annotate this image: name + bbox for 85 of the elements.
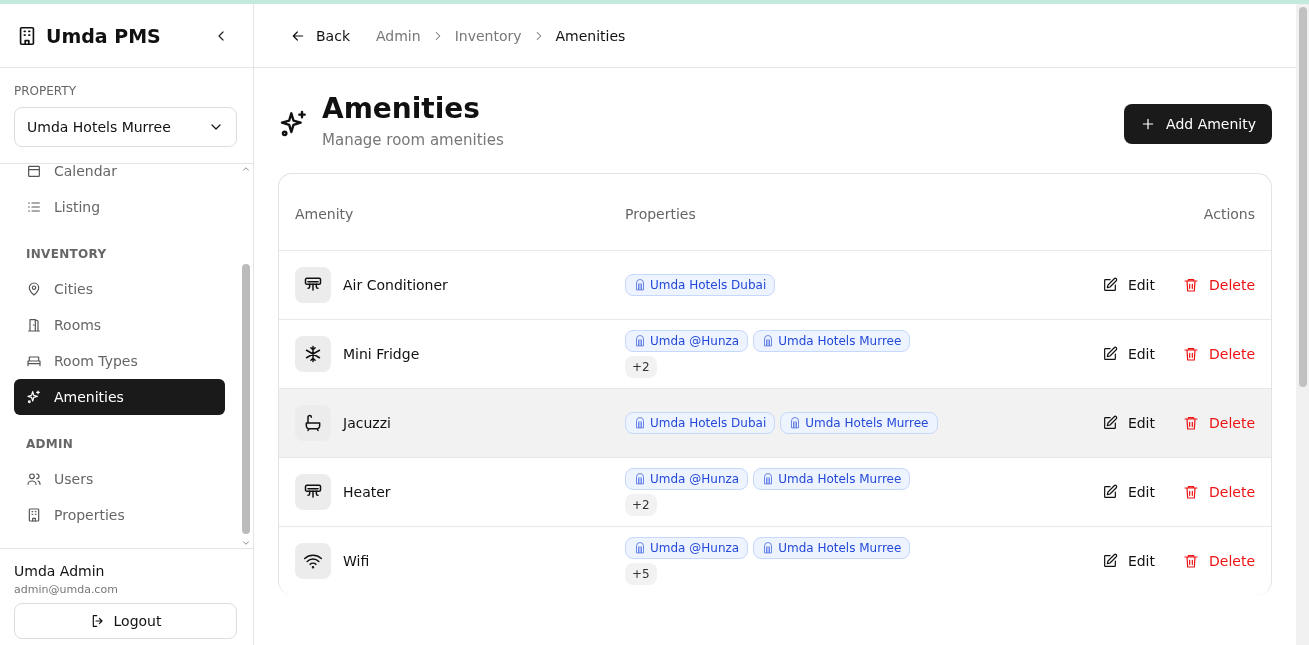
hotel-icon <box>789 417 802 429</box>
edit-button[interactable]: Edit <box>1101 277 1155 293</box>
amenity-name: Air Conditioner <box>343 277 448 293</box>
delete-button[interactable]: Delete <box>1183 484 1255 500</box>
property-tag: Umda @Hunza <box>625 330 749 352</box>
hotel-icon <box>634 417 646 429</box>
edit-button[interactable]: Edit <box>1101 415 1155 431</box>
hotel-icon <box>762 473 775 485</box>
edit-icon <box>1101 553 1118 569</box>
field-label: PROPERTY <box>14 84 77 98</box>
more-count-badge: +2 <box>625 356 657 378</box>
page-title: Amenities <box>322 92 481 125</box>
property-tag: Umda Hotels Dubai <box>625 274 776 296</box>
column-header: Properties <box>624 205 697 224</box>
user-email: admin@umda.com <box>14 583 119 596</box>
sparkles-icon <box>26 389 42 405</box>
hotel-icon <box>634 542 646 554</box>
edit-icon <box>1101 277 1118 293</box>
snowflake-icon <box>303 344 323 364</box>
more-count-badge: +2 <box>625 494 657 516</box>
column-header: Actions <box>1202 206 1256 222</box>
more-count-badge: +5 <box>625 563 657 585</box>
trash-icon <box>1183 277 1199 293</box>
amenity-name: Heater <box>343 484 391 500</box>
add-amenity-button[interactable]: Add Amenity <box>1124 104 1272 144</box>
map-pin-icon <box>26 281 42 297</box>
page-subtitle: Manage room amenities <box>322 131 505 149</box>
app-title: Umda PMS <box>46 24 162 47</box>
nav-item[interactable]: Cities <box>14 271 225 307</box>
delete-button[interactable]: Delete <box>1183 553 1255 569</box>
building-icon <box>26 507 42 523</box>
hotel-icon <box>634 473 646 485</box>
nav-item[interactable]: Rooms <box>14 307 225 343</box>
hotel-icon <box>634 279 646 291</box>
scrollbar-thumb[interactable] <box>242 264 250 534</box>
edit-button[interactable]: Edit <box>1101 484 1155 500</box>
delete-button[interactable]: Delete <box>1183 277 1255 293</box>
property-tag: Umda Hotels Murree <box>753 468 911 490</box>
amenity-name: Jacuzzi <box>343 415 391 431</box>
logout-button[interactable]: Logout <box>14 603 237 639</box>
amenity-name: Mini Fridge <box>343 346 420 362</box>
user-name: Umda Admin <box>14 563 106 579</box>
nav-item[interactable]: Amenities <box>14 379 225 415</box>
users-icon <box>26 471 42 487</box>
door-icon <box>26 317 42 333</box>
scrollbar-thumb[interactable] <box>1298 7 1307 387</box>
hotel-icon <box>762 335 775 347</box>
trash-icon <box>1183 553 1199 569</box>
trash-icon <box>1183 484 1199 500</box>
edit-icon <box>1101 346 1118 362</box>
nav-item[interactable]: Users <box>14 461 225 497</box>
property-tag: Umda Hotels Murree <box>780 412 938 434</box>
column-header: Amenity <box>294 206 355 222</box>
nav-item[interactable]: Room Types <box>14 343 225 379</box>
delete-button[interactable]: Delete <box>1183 346 1255 362</box>
edit-button[interactable]: Edit <box>1101 553 1155 569</box>
amenity-name: Wifi <box>343 553 370 569</box>
nav-item[interactable]: Listing <box>14 189 225 225</box>
breadcrumb-link[interactable]: Admin <box>376 27 421 44</box>
edit-icon <box>1101 415 1118 431</box>
trash-icon <box>1183 415 1199 431</box>
property-tag: Umda @Hunza <box>625 468 749 490</box>
list-icon <box>26 199 42 215</box>
scroll-up-icon <box>241 164 251 174</box>
back-button[interactable]: Back <box>290 27 350 44</box>
hotel-icon <box>634 335 646 347</box>
edit-button[interactable]: Edit <box>1101 346 1155 362</box>
nav-item[interactable]: Properties <box>14 497 225 533</box>
section-heading: ADMIN <box>25 436 75 453</box>
nav-item[interactable]: Calendar <box>14 164 225 189</box>
bed-icon <box>26 353 42 369</box>
bathtub-icon <box>303 413 323 433</box>
scroll-down-icon <box>241 538 251 548</box>
property-tag: Umda Hotels Murree <box>753 330 911 352</box>
calendar-icon <box>26 164 42 179</box>
property-tag: Umda @Hunza <box>625 537 749 559</box>
property-tag: Umda Hotels Murree <box>753 537 911 559</box>
property-tag: Umda Hotels Dubai <box>625 412 776 434</box>
hotel-icon <box>762 542 775 554</box>
breadcrumb-link[interactable]: Inventory <box>454 27 522 44</box>
section-heading: INVENTORY <box>25 246 108 263</box>
trash-icon <box>1183 346 1199 362</box>
property-select[interactable]: Umda Hotels Murree <box>14 107 237 147</box>
delete-button[interactable]: Delete <box>1183 415 1255 431</box>
edit-icon <box>1101 484 1118 500</box>
